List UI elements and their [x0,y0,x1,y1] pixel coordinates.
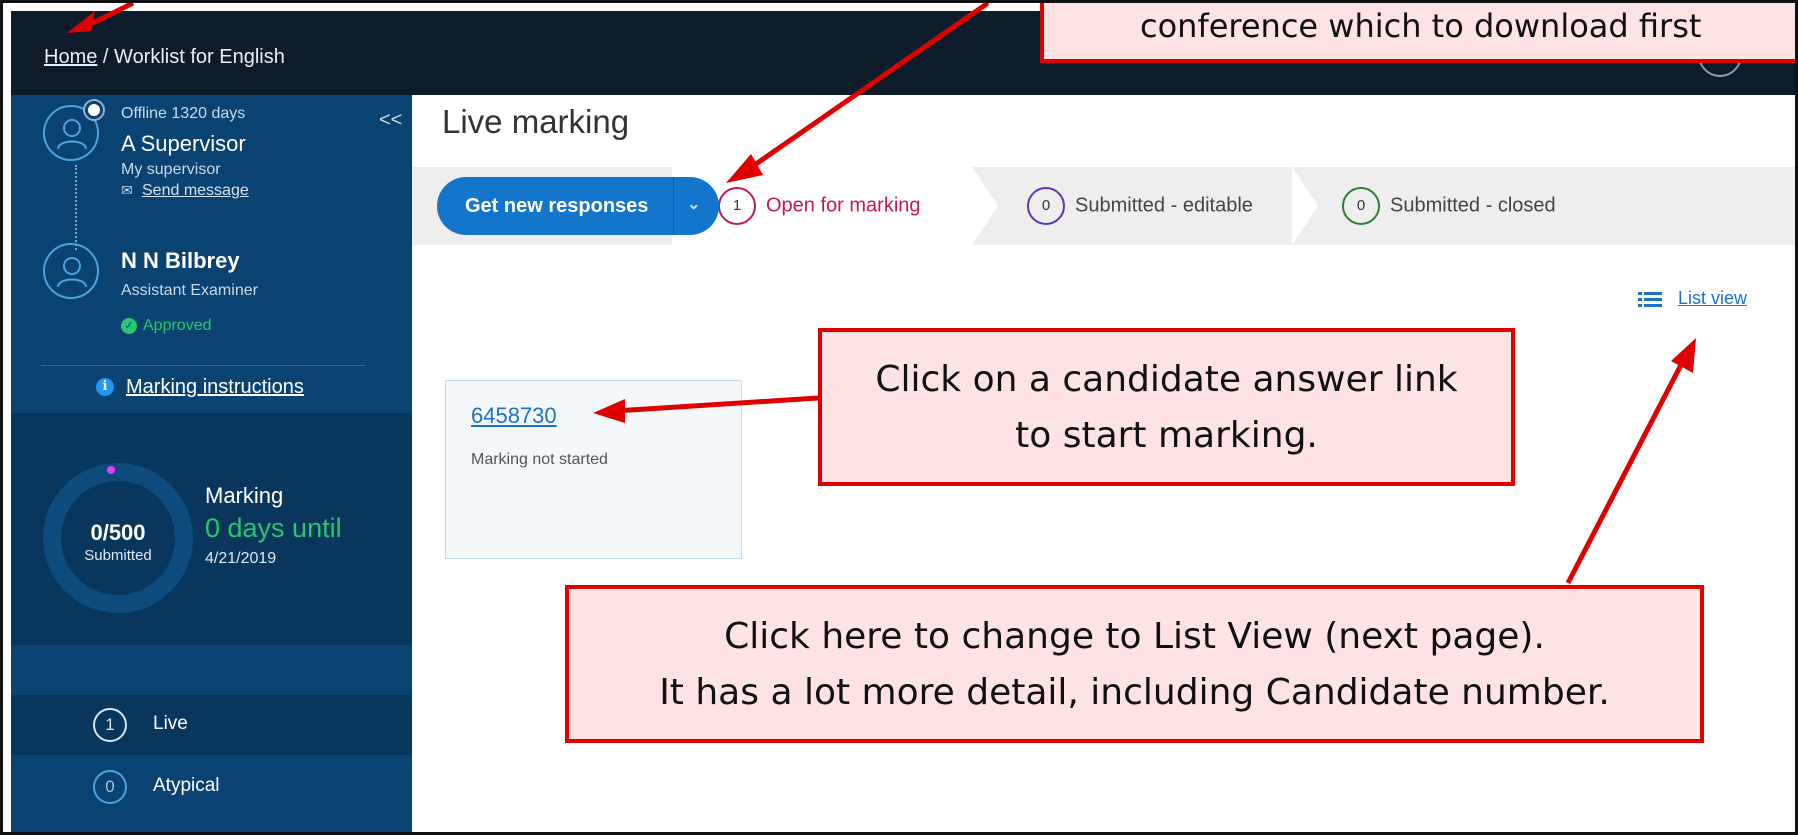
check-icon: ✓ [121,317,137,334]
step-divider [972,167,998,245]
breadcrumb: Home / Worklist for English [44,46,285,69]
annotation-top: conference which to download first [1040,3,1795,63]
annotation-top-text: conference which to download first [1140,7,1702,45]
marking-progress: 0/500 Submitted Marking 0 days until 4/2… [11,413,412,645]
days-until: 0 days until [205,513,342,543]
screenshot-frame: Home / Worklist for English << Offline 1… [0,0,1798,835]
mail-icon: ✉ [121,182,133,198]
examiner-name: N N Bilbrey [121,248,240,273]
examiner-avatar-icon [43,243,99,299]
response-card[interactable]: 6458730 Marking not started [445,380,742,559]
sidebar-item-atypical[interactable]: 0 Atypical [11,757,412,817]
open-count: 1 [718,187,756,225]
collapse-sidebar-icon[interactable]: << [379,109,402,132]
send-message-link[interactable]: Send message [142,182,249,200]
connector-line [75,165,77,250]
annotation-list: Click here to change to List View (next … [565,585,1704,743]
sidebar-item-live[interactable]: 1 Live [11,695,412,755]
live-count: 1 [93,708,127,742]
offline-status-icon [85,101,103,119]
chevron-down-icon[interactable]: ⌄ [687,194,700,214]
page-title: Live marking [442,103,630,140]
breadcrumb-current: Worklist for English [114,46,285,68]
editable-label: Submitted - editable [1075,194,1253,217]
annotation-card: Click on a candidate answer link to star… [818,328,1515,486]
marking-title: Marking [205,483,284,508]
sidebar: << Offline 1320 days A Supervisor My sup… [11,95,412,832]
progress-label: Submitted [84,547,152,564]
button-separator [673,177,674,235]
list-icon[interactable] [1638,291,1662,309]
closed-count: 0 [1342,187,1380,225]
deadline-date: 4/21/2019 [205,550,277,567]
get-new-responses-label: Get new responses [465,195,649,217]
atypical-label: Atypical [153,775,220,796]
annotation-card-line2: to start marking. [1015,415,1318,456]
info-icon: i [96,378,114,396]
progress-value: 0/500 [90,520,146,545]
approved-label: Approved [143,317,212,334]
tab-submitted-closed[interactable]: 0 Submitted - closed [1342,187,1556,225]
annotation-card-line1: Click on a candidate answer link [875,359,1458,400]
editable-count: 0 [1027,187,1065,225]
supervisor-status: Offline 1320 days [121,105,246,122]
list-view-link[interactable]: List view [1678,288,1747,309]
step-divider [1292,167,1318,245]
tab-submitted-editable[interactable]: 0 Submitted - editable [1027,187,1253,225]
supervisor-role: My supervisor [121,161,221,178]
approved-badge: ✓ Approved [121,317,212,335]
progress-indicator [107,466,115,474]
annotation-list-line1: Click here to change to List View (next … [724,616,1545,657]
get-new-responses-button[interactable]: Get new responses ⌄ [437,177,719,235]
candidate-answer-link[interactable]: 6458730 [471,403,557,429]
atypical-count: 0 [93,770,127,804]
annotation-list-line2: It has a lot more detail, including Cand… [659,672,1610,713]
breadcrumb-separator: / [102,46,109,68]
card-status: Marking not started [471,451,608,468]
tab-open-for-marking[interactable]: 1 Open for marking [718,187,921,225]
open-label: Open for marking [766,194,921,217]
examiner-role: Assistant Examiner [121,282,258,299]
marking-instructions-link[interactable]: Marking instructions [126,376,304,399]
live-label: Live [153,713,188,734]
supervisor-name: A Supervisor [121,131,246,156]
sidebar-divider [41,365,365,366]
breadcrumb-home-link[interactable]: Home [44,46,97,68]
closed-label: Submitted - closed [1390,194,1556,217]
